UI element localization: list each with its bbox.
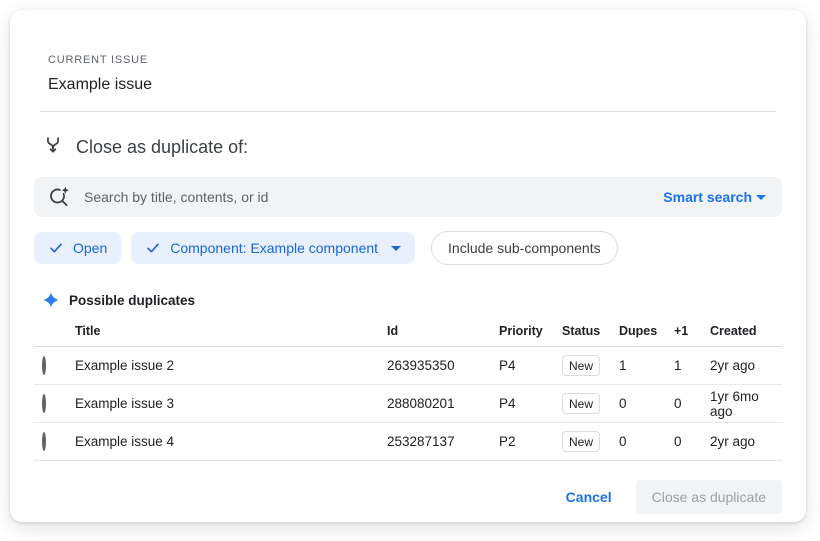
row-created: 1yr 6mo ago	[710, 389, 782, 419]
cancel-button[interactable]: Cancel	[552, 481, 626, 513]
row-title: Example issue 2	[75, 358, 387, 373]
filter-chip-component-label: Component: Example component	[170, 240, 378, 256]
chevron-down-icon	[756, 195, 766, 200]
filter-chip-open-label: Open	[73, 240, 107, 256]
row-priority: P2	[499, 434, 562, 449]
section-title: Close as duplicate of:	[34, 134, 782, 161]
dialog-body: Close as duplicate of: Smart search	[10, 112, 806, 461]
filter-chip-component[interactable]: Component: Example component	[131, 232, 415, 264]
row-dupes: 0	[619, 434, 674, 449]
sparkle-icon	[42, 291, 60, 309]
search-sparkle-icon	[48, 185, 72, 209]
row-id: 263935350	[387, 358, 499, 373]
row-id: 253287137	[387, 434, 499, 449]
possible-duplicates-title: Possible duplicates	[69, 293, 195, 308]
dialog-header: CURRENT ISSUE Example issue	[10, 10, 806, 94]
possible-duplicates-header: Possible duplicates	[34, 291, 782, 309]
row-radio-button[interactable]	[42, 432, 46, 451]
section-title-text: Close as duplicate of:	[76, 137, 248, 158]
row-priority: P4	[499, 396, 562, 411]
row-created: 2yr ago	[710, 358, 782, 373]
status-badge: New	[562, 393, 600, 414]
row-plus-one: 0	[674, 434, 710, 449]
row-title: Example issue 4	[75, 434, 387, 449]
table-row[interactable]: Example issue 4 253287137 P2 New 0 0 2yr…	[34, 423, 782, 461]
row-radio-button[interactable]	[42, 356, 46, 375]
chevron-down-icon	[391, 246, 401, 251]
row-radio-button[interactable]	[42, 394, 46, 413]
row-priority: P4	[499, 358, 562, 373]
row-id: 288080201	[387, 396, 499, 411]
col-id: Id	[387, 324, 499, 338]
status-badge: New	[562, 431, 600, 452]
merge-icon	[42, 134, 64, 161]
dialog-footer: Cancel Close as duplicate	[10, 480, 806, 522]
table-row[interactable]: Example issue 3 288080201 P4 New 0 0 1yr…	[34, 385, 782, 423]
smart-search-dropdown[interactable]: Smart search	[663, 189, 766, 205]
col-status: Status	[562, 324, 619, 338]
check-icon	[48, 240, 64, 256]
row-plus-one: 0	[674, 396, 710, 411]
check-icon	[145, 240, 161, 256]
duplicates-table-header: Title Id Priority Status Dupes +1 Create…	[34, 315, 782, 347]
table-row[interactable]: Example issue 2 263935350 P4 New 1 1 2yr…	[34, 347, 782, 385]
duplicate-search-input[interactable]	[84, 189, 651, 205]
row-title: Example issue 3	[75, 396, 387, 411]
row-created: 2yr ago	[710, 434, 782, 449]
close-as-duplicate-dialog: CURRENT ISSUE Example issue Close as dup…	[10, 10, 806, 522]
current-issue-label: CURRENT ISSUE	[48, 54, 776, 66]
col-priority: Priority	[499, 324, 562, 338]
smart-search-label: Smart search	[663, 189, 752, 205]
status-badge: New	[562, 355, 600, 376]
duplicate-search-bar: Smart search	[34, 177, 782, 217]
col-dupes: Dupes	[619, 324, 674, 338]
include-subcomponents-button[interactable]: Include sub-components	[431, 231, 618, 265]
filter-chips-row: Open Component: Example component Includ…	[34, 231, 782, 265]
close-as-duplicate-button[interactable]: Close as duplicate	[636, 480, 782, 514]
col-created: Created	[710, 324, 782, 338]
col-plus-one: +1	[674, 324, 710, 338]
col-title: Title	[75, 324, 387, 338]
row-plus-one: 1	[674, 358, 710, 373]
row-dupes: 0	[619, 396, 674, 411]
current-issue-title: Example issue	[48, 76, 776, 94]
filter-chip-open[interactable]: Open	[34, 232, 121, 264]
row-dupes: 1	[619, 358, 674, 373]
